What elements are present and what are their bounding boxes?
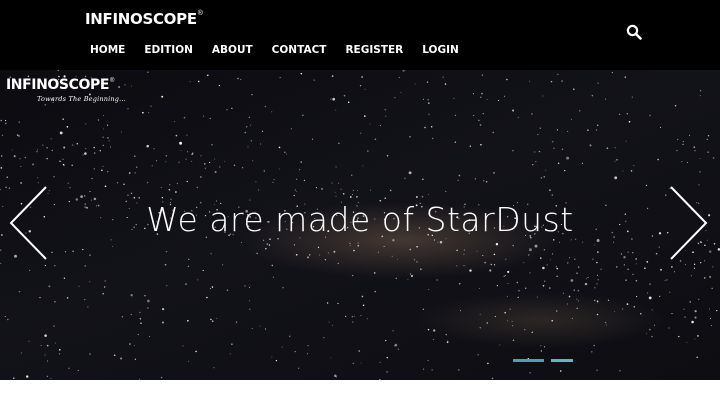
- nav-about[interactable]: ABOUT: [212, 43, 253, 57]
- hero-headline: We are made of StarDust: [146, 200, 574, 239]
- carousel-indicators: [513, 359, 580, 362]
- search-icon[interactable]: [626, 24, 642, 40]
- brand-name: INFINOSCOPE: [85, 10, 197, 28]
- brand-logo[interactable]: INFINOSCOPE ®: [85, 8, 203, 30]
- carousel-indicator-1[interactable]: [513, 359, 544, 362]
- header: INFINOSCOPE ® HOME EDITION ABOUT CONTACT…: [0, 0, 720, 70]
- nav-home[interactable]: HOME: [90, 43, 125, 57]
- chevron-right-icon[interactable]: [669, 185, 709, 261]
- hero-logo: INFINOSCOPE ® Towards The Beginning...: [6, 76, 126, 103]
- main-nav: HOME EDITION ABOUT CONTACT REGISTER LOGI…: [90, 43, 478, 57]
- hero-tagline: Towards The Beginning...: [37, 95, 126, 103]
- hero-registered-mark: ®: [110, 78, 115, 84]
- nav-login[interactable]: LOGIN: [422, 43, 459, 57]
- nav-register[interactable]: REGISTER: [345, 43, 403, 57]
- nav-edition[interactable]: EDITION: [144, 43, 193, 57]
- page: INFINOSCOPE ® HOME EDITION ABOUT CONTACT…: [0, 0, 720, 400]
- registered-mark: ®: [197, 10, 203, 17]
- nav-contact[interactable]: CONTACT: [272, 43, 327, 57]
- carousel-indicator-2[interactable]: [551, 359, 573, 362]
- hero-carousel: INFINOSCOPE ® Towards The Beginning... W…: [0, 70, 720, 380]
- chevron-left-icon[interactable]: [8, 185, 48, 261]
- hero-logo-text: INFINOSCOPE: [6, 77, 109, 93]
